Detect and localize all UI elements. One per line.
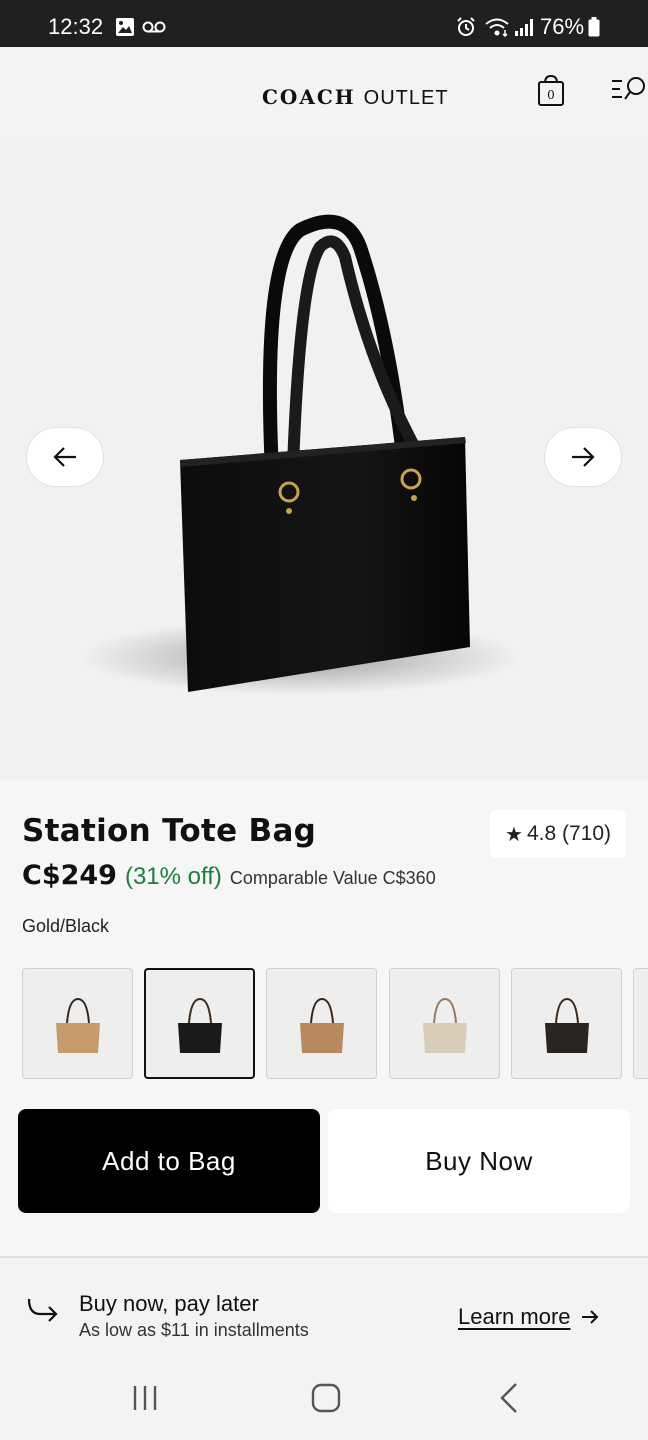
color-swatch[interactable] (511, 968, 622, 1079)
back-button[interactable] (484, 1380, 534, 1416)
bag-body (55, 1022, 100, 1053)
comparable-value: Comparable Value C$360 (229, 868, 436, 888)
battery-icon (588, 17, 600, 42)
status-time: 12:32 (48, 14, 104, 39)
tote-bag-thumbnail (55, 997, 100, 1053)
tote-bag-thumbnail (177, 997, 222, 1053)
shopping-bag-icon: 0 (538, 74, 564, 106)
return-arrow-icon (26, 1296, 60, 1329)
learn-more-link[interactable]: Learn more (458, 1304, 599, 1330)
previous-image-button[interactable] (26, 427, 104, 487)
back-icon (500, 1383, 517, 1413)
menu-search-icon (612, 77, 645, 100)
home-button[interactable] (301, 1380, 351, 1416)
brand-suffix: OUTLET (363, 87, 449, 109)
bnpl-title: Buy now, pay later (79, 1291, 259, 1316)
status-bar: 12:32 76% (0, 0, 648, 47)
bag-body (177, 1022, 222, 1053)
system-navigation-bar (0, 1354, 648, 1440)
buy-now-button[interactable]: Buy Now (328, 1109, 630, 1213)
color-swatch[interactable] (389, 968, 500, 1079)
voicemail-icon (142, 20, 166, 39)
bag-count: 0 (547, 88, 555, 102)
bnpl-subtitle: As low as $11 in installments (79, 1320, 309, 1340)
bag-body (422, 1022, 467, 1053)
recent-apps-button[interactable] (120, 1380, 170, 1416)
brand-name: COACH (262, 85, 356, 109)
brand-logo[interactable]: COACH OUTLET (262, 85, 449, 110)
product-title: Station Tote Bag (22, 813, 317, 849)
arrow-left-icon (53, 447, 76, 467)
tote-bag-thumbnail (422, 997, 467, 1053)
bag-handle (187, 997, 212, 1023)
bag-handle (554, 997, 579, 1023)
tote-bag-thumbnail (299, 997, 344, 1053)
next-image-button[interactable] (544, 427, 622, 487)
arrow-right-icon (572, 447, 595, 467)
learn-more-label: Learn more (458, 1304, 571, 1329)
menu-search-button[interactable] (610, 75, 648, 105)
product-info: Station Tote Bag ★ 4.8 (710) C$249 (31% … (0, 780, 648, 1255)
tote-bag-thumbnail (544, 997, 589, 1053)
image-icon (115, 17, 135, 42)
add-to-bag-button[interactable]: Add to Bag (18, 1109, 320, 1213)
bag-handle (65, 997, 90, 1023)
color-swatch[interactable] (144, 968, 255, 1079)
arrow-right-icon (581, 1310, 598, 1324)
product-price: C$249 (22, 860, 117, 891)
signal-icon (514, 17, 536, 42)
selected-color-name: Gold/Black (22, 916, 110, 936)
rating-badge[interactable]: ★ 4.8 (710) (490, 810, 626, 858)
star-icon: ★ (505, 823, 523, 846)
home-icon (311, 1383, 341, 1413)
product-image-gallery[interactable] (0, 137, 648, 780)
color-swatch[interactable] (22, 968, 133, 1079)
battery-percent: 76% (540, 14, 585, 39)
color-swatch[interactable] (266, 968, 377, 1079)
bag-handle (432, 997, 457, 1023)
alarm-icon (456, 17, 476, 42)
bag-body (299, 1022, 344, 1053)
color-swatch-list (22, 968, 648, 1080)
rating-value: 4.8 (710) (526, 822, 611, 845)
bnpl-banner: Buy now, pay later As low as $11 in inst… (0, 1258, 648, 1354)
recent-apps-icon (133, 1386, 157, 1410)
wifi-icon (484, 17, 510, 42)
shopping-bag-button[interactable]: 0 (537, 73, 565, 107)
app-header: COACH OUTLET 0 (0, 47, 648, 137)
color-swatch[interactable] (633, 968, 648, 1079)
price-row: C$249 (31% off) Comparable Value C$360 (22, 860, 436, 891)
discount-label: (31% off) (124, 863, 222, 890)
bag-handle (309, 997, 334, 1023)
bag-body (544, 1022, 589, 1053)
